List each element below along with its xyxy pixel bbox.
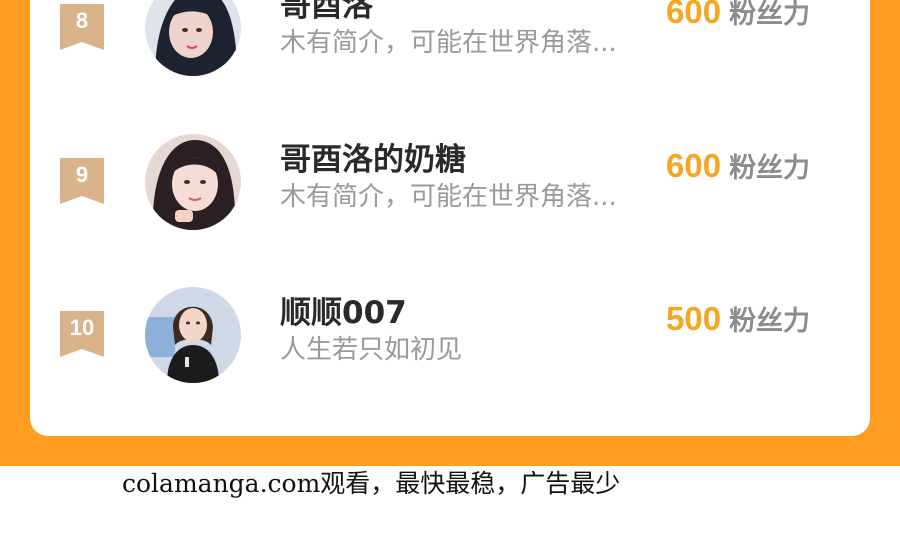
ranking-row[interactable]: 10 顺顺007 人生若只如初见 500 粉丝力 (30, 287, 870, 419)
fan-power: 500 粉丝力 (666, 299, 810, 338)
user-name: 哥酉洛的奶糖 (280, 142, 466, 178)
user-bio: 人生若只如初见 (280, 335, 463, 365)
rank-number: 9 (75, 162, 89, 187)
fan-power: 600 粉丝力 (666, 146, 810, 185)
fan-power: 600 粉丝力 (666, 0, 810, 31)
user-bio: 木有简介，可能在世界角落... (280, 28, 617, 58)
user-name: 顺顺007 (280, 295, 407, 331)
user-bio: 木有简介，可能在世界角落... (280, 182, 617, 212)
site-watermark: colamanga.com观看，最快最稳，广告最少 (122, 469, 621, 498)
avatar-photo-icon (145, 134, 241, 230)
fan-power-value: 600 (666, 147, 722, 184)
rank-number: 10 (69, 315, 95, 340)
avatar-photo-icon (145, 0, 241, 76)
user-avatar[interactable] (145, 134, 241, 230)
rank-badge: 9 (60, 158, 104, 204)
rank-number: 8 (75, 8, 89, 33)
avatar-photo-icon (145, 287, 241, 383)
user-avatar[interactable] (145, 0, 241, 76)
rank-badge: 10 (60, 311, 104, 357)
ranking-row[interactable]: 9 哥酉洛的奶糖 木有简介，可能在世界角落... 600 粉丝力 (30, 134, 870, 266)
ranking-row[interactable]: 8 哥酉洛 木有简介，可能在世界角落... 600 粉丝力 (30, 0, 870, 112)
ranking-panel-frame: 8 哥酉洛 木有简介，可能在世界角落... 600 粉丝力 9 哥酉洛的奶糖 木… (0, 0, 900, 466)
ranking-card: 8 哥酉洛 木有简介，可能在世界角落... 600 粉丝力 9 哥酉洛的奶糖 木… (30, 0, 870, 436)
fan-power-value: 500 (666, 300, 722, 337)
fan-power-value: 600 (666, 0, 722, 30)
fan-power-unit: 粉丝力 (729, 306, 811, 337)
rank-badge: 8 (60, 4, 104, 50)
fan-power-unit: 粉丝力 (729, 153, 811, 184)
user-avatar[interactable] (145, 287, 241, 383)
fan-power-unit: 粉丝力 (729, 0, 811, 30)
